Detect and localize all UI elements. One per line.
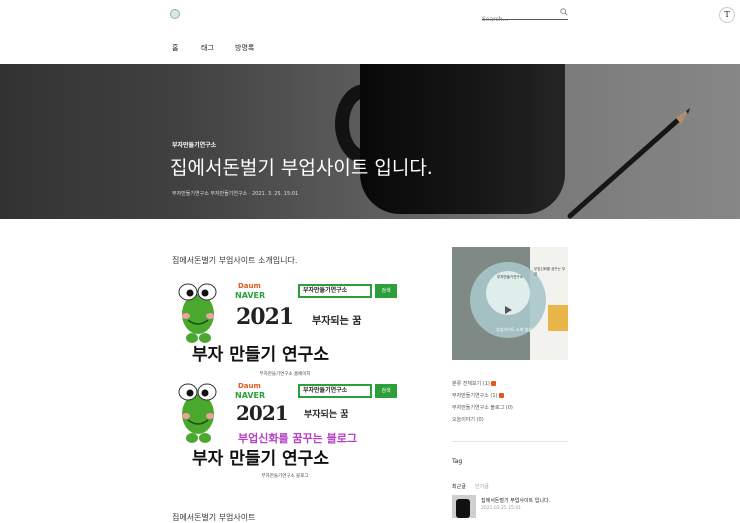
naver-logo: NAVER: [235, 391, 266, 400]
thumbnail-graphic: [452, 247, 568, 360]
tab-recent[interactable]: 최근글: [452, 483, 466, 490]
nav-guestbook[interactable]: 방명록: [235, 43, 254, 53]
sidebar-item-label: 부자만들기연구소 블로그 (0): [452, 405, 513, 411]
top-bar: T 홈 태그 방명록: [0, 0, 740, 64]
daum-logo: Daum: [238, 382, 261, 390]
sidebar-item-lab-blog[interactable]: 부자만들기연구소 블로그 (0): [452, 404, 513, 411]
search-input[interactable]: [482, 16, 552, 23]
hero-shade: [0, 64, 740, 219]
banner2-search-button: 검색: [375, 384, 397, 398]
mug-thumb-icon: [452, 495, 476, 518]
sidebar-item-lab[interactable]: 부자만들기연구소 (1): [452, 392, 505, 399]
search-box[interactable]: [482, 6, 568, 23]
new-badge-icon: [499, 393, 505, 398]
hero-category[interactable]: 부자만들기연구소: [172, 140, 216, 149]
nav-tags[interactable]: 태그: [201, 43, 214, 53]
banner1-search-box: 부자만들기연구소: [298, 284, 372, 298]
play-icon: [505, 306, 512, 314]
banner-blog-image[interactable]: Daum NAVER 부자만들기연구소 검색 2021 부자되는 꿈 부업신화를…: [172, 380, 398, 470]
sidebar-item-label: 분류 전체보기 (1): [452, 381, 490, 387]
sidebar-item-label: 부자만들기연구소 (1): [452, 393, 498, 399]
recent-post-thumbnail[interactable]: [452, 495, 476, 518]
new-badge-icon: [491, 381, 497, 386]
nav-home[interactable]: 홈: [172, 43, 178, 53]
banner1-year: 2021: [236, 304, 294, 330]
thumb-text-b: 부업사이트 소개 영상: [496, 327, 532, 332]
tag-heading: Tag: [452, 458, 463, 465]
sidebar-item-label: 오늘이야기 (0): [452, 417, 484, 423]
thumb-text-c: 부업신화를 꿈꾸는 부업: [534, 267, 566, 276]
recent-post-title[interactable]: 집에서돈벌기 부업사이트 입니다.: [481, 497, 550, 504]
profile-avatar[interactable]: T: [719, 7, 735, 23]
banner2-main-text: 부자 만들기 연구소: [192, 449, 329, 469]
banner2-year: 2021: [236, 401, 289, 425]
search-icon[interactable]: [560, 8, 568, 16]
recent-post-date: 2021.03.25 15:01: [481, 506, 522, 511]
banner2-caption: 부자만들기연구소 블로그: [261, 474, 309, 479]
sidebar-video-thumbnail[interactable]: 부자만들기연구소 부업사이트 소개 영상 부업신화를 꿈꾸는 부업: [452, 247, 568, 360]
banner1-main-text: 부자 만들기 연구소: [192, 345, 329, 365]
post-title: 집에서돈벌기 부업사이트 입니다.: [170, 157, 433, 179]
naver-logo: NAVER: [235, 291, 266, 300]
banner2-search-box: 부자만들기연구소: [298, 384, 372, 398]
sidebar-item-today[interactable]: 오늘이야기 (0): [452, 416, 484, 423]
banner-homepage-image[interactable]: Daum NAVER 부자만들기연구소 검색 2021 부자되는 꿈 부자 만들…: [172, 280, 398, 368]
hero-banner: 부자만들기연구소 집에서돈벌기 부업사이트 입니다. 부자만들기연구소 부자만들…: [0, 64, 740, 219]
tab-popular[interactable]: 인기글: [475, 483, 489, 490]
thumb-text-a: 부자만들기연구소: [497, 275, 523, 279]
post-meta: 부자만들기연구소 부자만들기연구소 · 2021. 3. 25. 15:01: [172, 191, 299, 197]
banner1-caption: 부자만들기연구소 홈페이지: [259, 372, 311, 377]
banner2-slogan: 부자되는 꿈: [304, 410, 349, 420]
sidebar-divider: [452, 441, 568, 442]
blog-logo-icon[interactable]: [170, 9, 180, 19]
daum-logo: Daum: [238, 282, 261, 290]
sidebar-item-all[interactable]: 분류 전체보기 (1): [452, 380, 497, 387]
post-intro-text: 집에서돈벌기 부업사이트 소개입니다.: [172, 256, 298, 265]
banner1-search-button: 검색: [375, 284, 397, 298]
banner1-slogan: 부자되는 꿈: [312, 316, 362, 327]
